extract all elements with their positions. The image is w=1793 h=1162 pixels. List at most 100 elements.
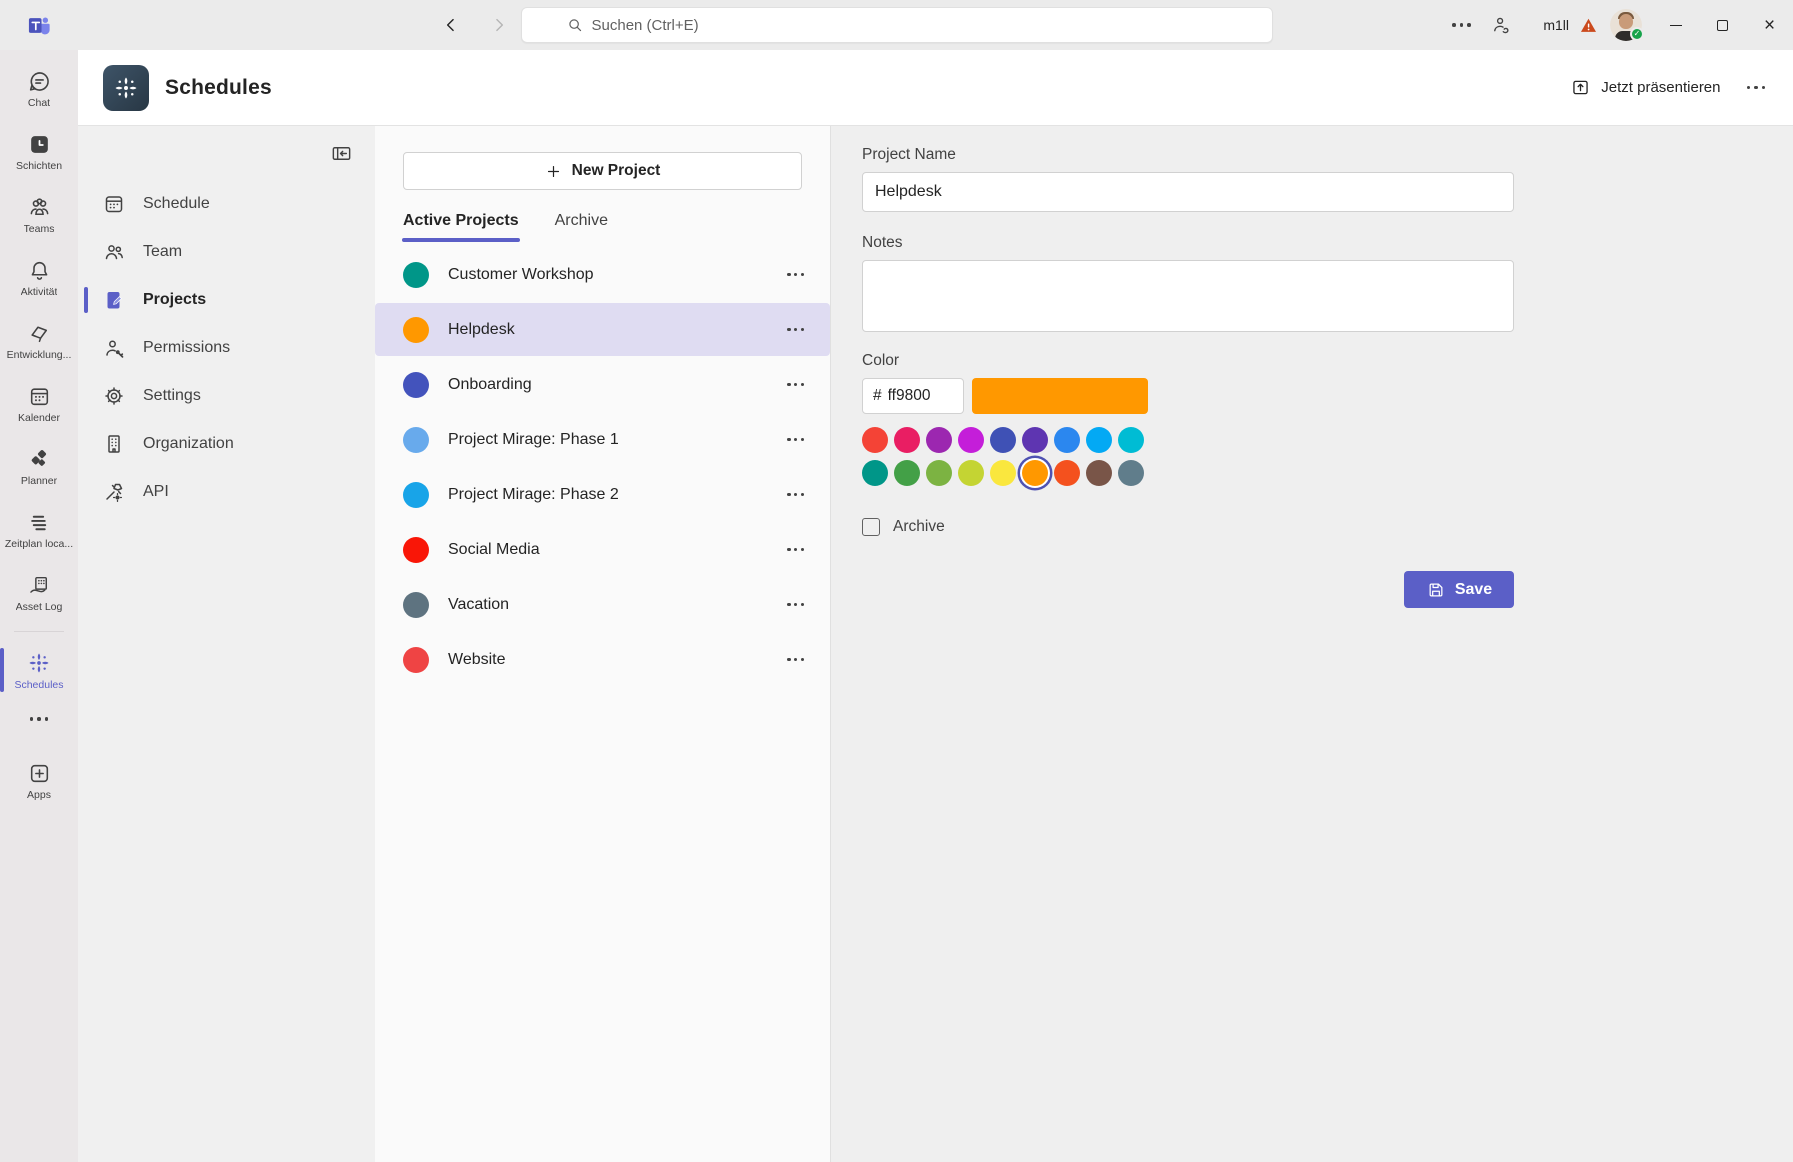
rail-item-schedules[interactable]: Schedules <box>0 641 78 699</box>
nav-item-permissions[interactable]: Permissions <box>78 324 375 372</box>
rail-item-aktivitaet[interactable]: Aktivität <box>0 249 78 307</box>
palette-color[interactable] <box>862 460 888 486</box>
app-nav-panel: Schedule Team Projec <box>78 126 375 1162</box>
search-box[interactable] <box>521 7 1273 43</box>
collapse-icon <box>330 142 353 165</box>
nav-item-schedule[interactable]: Schedule <box>78 180 375 228</box>
project-row-vacation[interactable]: Vacation <box>375 578 830 631</box>
ellipsis-icon <box>1452 23 1471 27</box>
palette-color[interactable] <box>1118 460 1144 486</box>
warning-icon <box>1579 16 1598 35</box>
forward-arrow[interactable] <box>486 12 512 38</box>
search-input[interactable] <box>592 17 1192 34</box>
row-more-button[interactable] <box>785 652 806 667</box>
palette-color[interactable] <box>894 460 920 486</box>
asset-log-icon <box>27 573 52 598</box>
new-project-button[interactable]: New Project <box>403 152 802 190</box>
back-arrow[interactable] <box>438 12 464 38</box>
share-screen-icon <box>1570 77 1591 98</box>
palette-color[interactable] <box>990 427 1016 453</box>
rail-item-teams[interactable]: Teams <box>0 186 78 244</box>
palette-color[interactable] <box>958 427 984 453</box>
palette-color[interactable] <box>862 427 888 453</box>
palette-color[interactable] <box>1118 427 1144 453</box>
palette-color[interactable] <box>926 427 952 453</box>
people-button[interactable] <box>1479 0 1523 50</box>
nav-item-team[interactable]: Team <box>78 228 375 276</box>
row-more-button[interactable] <box>785 487 806 502</box>
rail-item-schichten[interactable]: Schichten <box>0 123 78 181</box>
project-rows: Customer Workshop Helpdesk Onboarding <box>375 248 830 688</box>
hex-color-input[interactable] <box>888 387 958 405</box>
row-more-button[interactable] <box>785 322 806 337</box>
schedules-app-icon <box>103 65 149 111</box>
nav-item-organization[interactable]: Organization <box>78 420 375 468</box>
rail-item-asset-log[interactable]: Asset Log <box>0 564 78 622</box>
project-row-social-media[interactable]: Social Media <box>375 523 830 576</box>
project-row-mirage-1[interactable]: Project Mirage: Phase 1 <box>375 413 830 466</box>
nav-item-settings[interactable]: Settings <box>78 372 375 420</box>
project-name-input[interactable] <box>862 172 1514 212</box>
project-name: Customer Workshop <box>448 266 785 284</box>
ellipsis-icon <box>1747 86 1766 90</box>
collapse-nav-button[interactable] <box>327 140 355 166</box>
rail-item-chat[interactable]: Chat <box>0 60 78 118</box>
palette-color[interactable] <box>1022 427 1048 453</box>
palette-color[interactable] <box>1086 460 1112 486</box>
rail-item-kalender[interactable]: Kalender <box>0 375 78 433</box>
rail-item-apps[interactable]: Apps <box>0 752 78 810</box>
present-now-button[interactable]: Jetzt präsentieren <box>1570 77 1720 98</box>
notes-textarea[interactable] <box>862 260 1514 332</box>
calendar-icon <box>102 192 126 216</box>
row-more-button[interactable] <box>785 377 806 392</box>
palette-color[interactable] <box>894 427 920 453</box>
project-color-dot <box>403 317 429 343</box>
app-header: Schedules Jetzt präsentieren <box>78 50 1793 126</box>
tab-archive[interactable]: Archive <box>555 212 608 242</box>
row-more-button[interactable] <box>785 432 806 447</box>
people-icon <box>1490 14 1512 36</box>
gear-icon <box>102 384 126 408</box>
building-icon <box>102 432 126 456</box>
nav-item-api[interactable]: API <box>78 468 375 516</box>
color-palette <box>862 427 1514 486</box>
project-name: Onboarding <box>448 376 785 394</box>
project-row-customer-workshop[interactable]: Customer Workshop <box>375 248 830 301</box>
hex-color-input-box[interactable]: # <box>862 378 964 414</box>
maximize-button[interactable] <box>1699 0 1746 50</box>
minimize-button[interactable] <box>1652 0 1699 50</box>
palette-color[interactable] <box>926 460 952 486</box>
palette-color[interactable] <box>1054 460 1080 486</box>
row-more-button[interactable] <box>785 267 806 282</box>
archive-checkbox[interactable] <box>862 518 880 536</box>
rail-item-zeitplan[interactable]: Zeitplan loca... <box>0 501 78 559</box>
header-more-button[interactable] <box>1747 86 1766 90</box>
palette-color-selected[interactable] <box>1022 460 1048 486</box>
titlebar-more-button[interactable] <box>1443 0 1479 50</box>
row-more-button[interactable] <box>785 597 806 612</box>
palette-color[interactable] <box>1054 427 1080 453</box>
palette-color[interactable] <box>1086 427 1112 453</box>
project-row-helpdesk[interactable]: Helpdesk <box>375 303 830 356</box>
close-button[interactable]: × <box>1746 0 1793 50</box>
project-row-onboarding[interactable]: Onboarding <box>375 358 830 411</box>
save-icon <box>1426 580 1446 600</box>
palette-color[interactable] <box>958 460 984 486</box>
rail-item-planner[interactable]: Planner <box>0 438 78 496</box>
notes-label: Notes <box>862 234 1514 252</box>
nav-item-projects[interactable]: Projects <box>78 276 375 324</box>
api-icon <box>102 480 126 504</box>
project-name: Project Mirage: Phase 1 <box>448 431 785 449</box>
palette-color[interactable] <box>990 460 1016 486</box>
project-color-dot <box>403 482 429 508</box>
dev-icon <box>27 321 52 346</box>
rail-more-button[interactable] <box>0 704 78 734</box>
row-more-button[interactable] <box>785 542 806 557</box>
ellipsis-icon <box>30 717 49 721</box>
project-row-mirage-2[interactable]: Project Mirage: Phase 2 <box>375 468 830 521</box>
save-button[interactable]: Save <box>1404 571 1514 608</box>
titlebar: m1ll ✓ × <box>0 0 1793 50</box>
tab-active-projects[interactable]: Active Projects <box>403 212 519 242</box>
rail-item-entwicklung[interactable]: Entwicklung... <box>0 312 78 370</box>
project-row-website[interactable]: Website <box>375 633 830 686</box>
